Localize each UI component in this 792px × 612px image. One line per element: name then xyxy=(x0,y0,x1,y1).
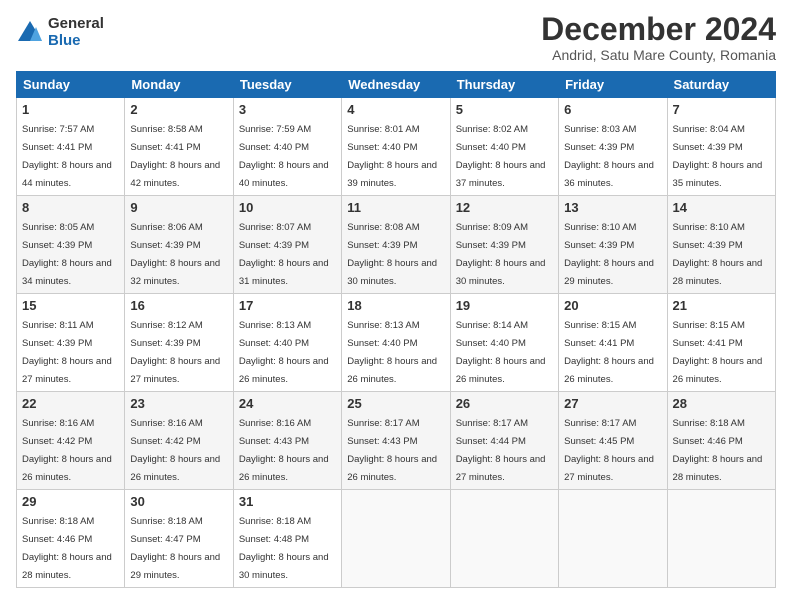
table-row: 19Sunrise: 8:14 AMSunset: 4:40 PMDayligh… xyxy=(450,294,558,392)
table-row: 12Sunrise: 8:09 AMSunset: 4:39 PMDayligh… xyxy=(450,196,558,294)
table-row: 25Sunrise: 8:17 AMSunset: 4:43 PMDayligh… xyxy=(342,392,450,490)
page: General Blue December 2024 Andrid, Satu … xyxy=(0,0,792,612)
table-row: 3Sunrise: 7:59 AMSunset: 4:40 PMDaylight… xyxy=(233,98,341,196)
table-row: 11Sunrise: 8:08 AMSunset: 4:39 PMDayligh… xyxy=(342,196,450,294)
logo-text: General Blue xyxy=(48,16,104,49)
table-row: 18Sunrise: 8:13 AMSunset: 4:40 PMDayligh… xyxy=(342,294,450,392)
table-row xyxy=(450,490,558,588)
table-row: 2Sunrise: 8:58 AMSunset: 4:41 PMDaylight… xyxy=(125,98,233,196)
calendar-week-2: 8Sunrise: 8:05 AMSunset: 4:39 PMDaylight… xyxy=(17,196,776,294)
table-row: 1Sunrise: 7:57 AMSunset: 4:41 PMDaylight… xyxy=(17,98,125,196)
table-row xyxy=(342,490,450,588)
logo-blue: Blue xyxy=(48,33,104,50)
table-row: 23Sunrise: 8:16 AMSunset: 4:42 PMDayligh… xyxy=(125,392,233,490)
title-area: December 2024 Andrid, Satu Mare County, … xyxy=(541,12,776,63)
table-row: 5Sunrise: 8:02 AMSunset: 4:40 PMDaylight… xyxy=(450,98,558,196)
table-row: 16Sunrise: 8:12 AMSunset: 4:39 PMDayligh… xyxy=(125,294,233,392)
logo-icon xyxy=(16,19,44,47)
header: General Blue December 2024 Andrid, Satu … xyxy=(16,12,776,63)
col-sunday: Sunday xyxy=(17,72,125,98)
table-row xyxy=(559,490,667,588)
table-row: 31Sunrise: 8:18 AMSunset: 4:48 PMDayligh… xyxy=(233,490,341,588)
calendar-header-row: Sunday Monday Tuesday Wednesday Thursday… xyxy=(17,72,776,98)
table-row: 29Sunrise: 8:18 AMSunset: 4:46 PMDayligh… xyxy=(17,490,125,588)
table-row: 20Sunrise: 8:15 AMSunset: 4:41 PMDayligh… xyxy=(559,294,667,392)
table-row: 14Sunrise: 8:10 AMSunset: 4:39 PMDayligh… xyxy=(667,196,775,294)
table-row: 17Sunrise: 8:13 AMSunset: 4:40 PMDayligh… xyxy=(233,294,341,392)
table-row: 26Sunrise: 8:17 AMSunset: 4:44 PMDayligh… xyxy=(450,392,558,490)
table-row: 30Sunrise: 8:18 AMSunset: 4:47 PMDayligh… xyxy=(125,490,233,588)
table-row: 27Sunrise: 8:17 AMSunset: 4:45 PMDayligh… xyxy=(559,392,667,490)
table-row: 6Sunrise: 8:03 AMSunset: 4:39 PMDaylight… xyxy=(559,98,667,196)
table-row: 24Sunrise: 8:16 AMSunset: 4:43 PMDayligh… xyxy=(233,392,341,490)
table-row: 7Sunrise: 8:04 AMSunset: 4:39 PMDaylight… xyxy=(667,98,775,196)
table-row: 10Sunrise: 8:07 AMSunset: 4:39 PMDayligh… xyxy=(233,196,341,294)
calendar-week-1: 1Sunrise: 7:57 AMSunset: 4:41 PMDaylight… xyxy=(17,98,776,196)
location: Andrid, Satu Mare County, Romania xyxy=(541,47,776,63)
table-row: 4Sunrise: 8:01 AMSunset: 4:40 PMDaylight… xyxy=(342,98,450,196)
col-wednesday: Wednesday xyxy=(342,72,450,98)
logo-general: General xyxy=(48,16,104,33)
table-row: 21Sunrise: 8:15 AMSunset: 4:41 PMDayligh… xyxy=(667,294,775,392)
col-friday: Friday xyxy=(559,72,667,98)
calendar: Sunday Monday Tuesday Wednesday Thursday… xyxy=(16,71,776,588)
col-thursday: Thursday xyxy=(450,72,558,98)
table-row: 8Sunrise: 8:05 AMSunset: 4:39 PMDaylight… xyxy=(17,196,125,294)
table-row: 9Sunrise: 8:06 AMSunset: 4:39 PMDaylight… xyxy=(125,196,233,294)
table-row: 22Sunrise: 8:16 AMSunset: 4:42 PMDayligh… xyxy=(17,392,125,490)
table-row: 13Sunrise: 8:10 AMSunset: 4:39 PMDayligh… xyxy=(559,196,667,294)
calendar-week-5: 29Sunrise: 8:18 AMSunset: 4:46 PMDayligh… xyxy=(17,490,776,588)
table-row: 28Sunrise: 8:18 AMSunset: 4:46 PMDayligh… xyxy=(667,392,775,490)
calendar-week-4: 22Sunrise: 8:16 AMSunset: 4:42 PMDayligh… xyxy=(17,392,776,490)
calendar-week-3: 15Sunrise: 8:11 AMSunset: 4:39 PMDayligh… xyxy=(17,294,776,392)
col-saturday: Saturday xyxy=(667,72,775,98)
table-row: 15Sunrise: 8:11 AMSunset: 4:39 PMDayligh… xyxy=(17,294,125,392)
logo: General Blue xyxy=(16,16,104,49)
col-tuesday: Tuesday xyxy=(233,72,341,98)
month-title: December 2024 xyxy=(541,12,776,47)
col-monday: Monday xyxy=(125,72,233,98)
table-row xyxy=(667,490,775,588)
